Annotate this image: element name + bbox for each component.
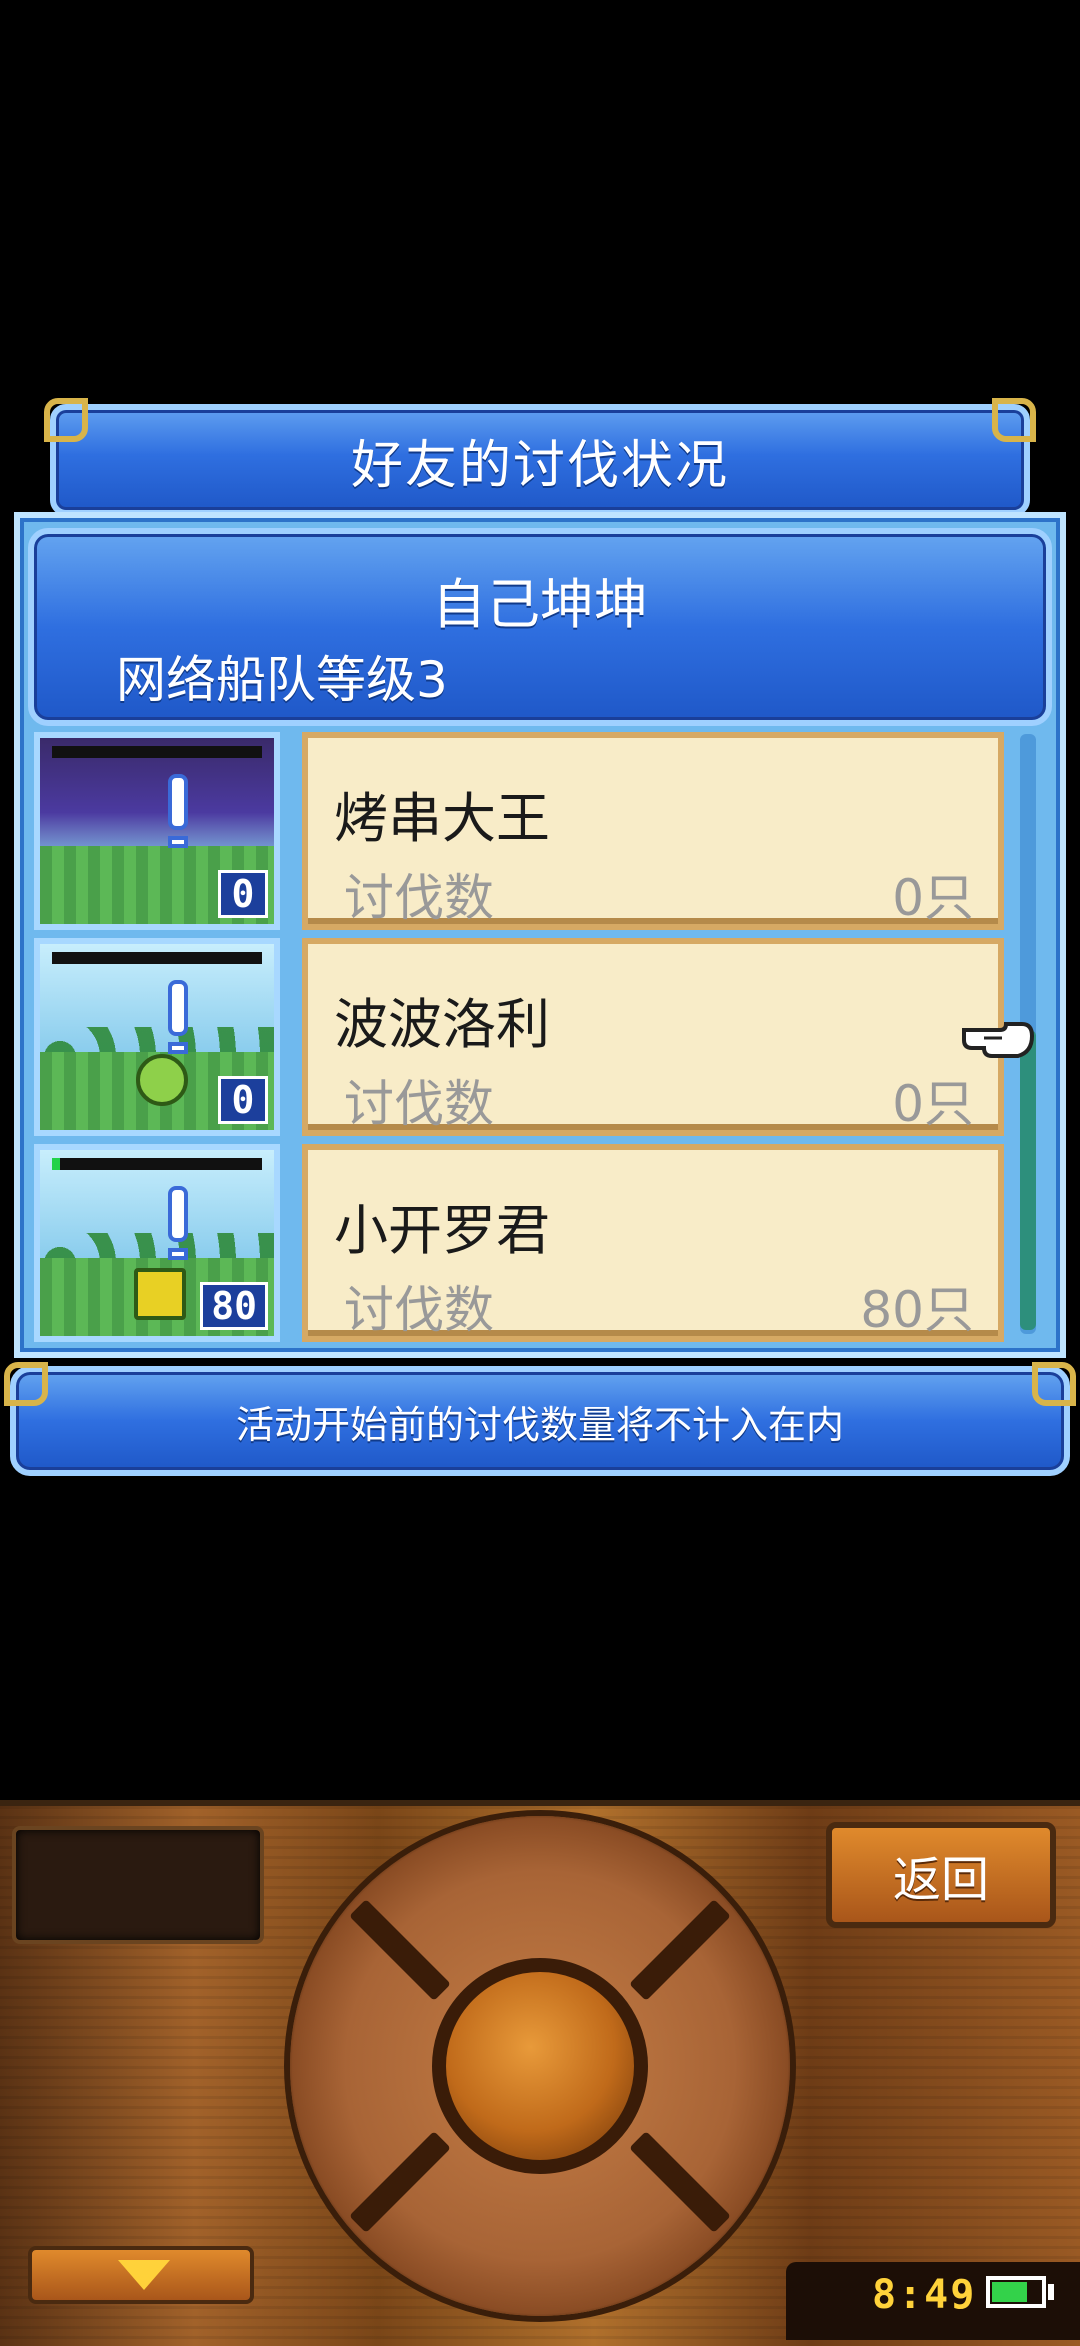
corner-ornament [992,398,1036,442]
back-button[interactable]: 返回 [826,1822,1056,1928]
hp-bar [52,1158,262,1170]
page-title: 好友的讨伐状况 [350,435,729,496]
down-arrow-icon [118,2260,170,2290]
defeat-value: 0只 [892,1075,974,1133]
friend-name: 小开罗君 [334,1199,550,1262]
list-item[interactable]: 0 波波洛利 讨伐数 0只 [28,938,1004,1142]
list-item[interactable]: 80 小开罗君 讨伐数 80只 [28,1144,1004,1348]
back-label: 返回 [892,1852,989,1908]
exclamation-icon [168,980,188,1036]
friend-card[interactable]: 波波洛利 讨伐数 0只 [302,938,1004,1136]
defeat-count-badge: 0 [218,1076,268,1124]
defeat-value: 0只 [892,869,974,927]
defeat-label: 讨伐数 [344,869,494,927]
defeat-count-badge: 80 [200,1282,268,1330]
battle-thumbnail: 80 [34,1144,280,1342]
friend-card[interactable]: 小开罗君 讨伐数 80只 [302,1144,1004,1342]
status-area: 8:49 [786,2262,1080,2340]
clock: 8:49 [872,2272,977,2318]
fleet-level: 网络船队等级3 [116,651,448,709]
friend-card[interactable]: 烤串大王 讨伐数 0只 [302,732,1004,930]
battery-icon [986,2276,1046,2308]
battle-thumbnail: 0 [34,732,280,930]
title-banner: 好友的讨伐状况 [50,404,1030,516]
profile-panel: 自己坤坤 网络船队等级3 [28,528,1052,726]
corner-ornament [4,1362,48,1406]
notice-banner: 活动开始前的讨伐数量将不计入在内 [10,1366,1070,1476]
pointing-hand-icon [962,1022,1034,1058]
slime-monster-icon [136,1054,188,1106]
hp-bar [52,746,262,758]
battery-fill [992,2282,1027,2302]
list-item[interactable]: 0 烤串大王 讨伐数 0只 [28,732,1004,936]
exclamation-icon [168,774,188,830]
scroll-down-button[interactable] [28,2246,254,2304]
hp-fill [52,1158,61,1170]
friend-name: 烤串大王 [334,787,550,850]
confirm-button[interactable] [432,1958,648,2174]
battle-thumbnail: 0 [34,938,280,1136]
defeat-label: 讨伐数 [344,1281,494,1339]
scrollbar-thumb[interactable] [1020,1030,1036,1330]
friend-name: 波波洛利 [334,993,550,1056]
mini-screen [12,1826,264,1944]
defeat-value: 80只 [860,1281,974,1339]
defeat-label: 讨伐数 [344,1075,494,1133]
notice-text: 活动开始前的讨伐数量将不计入在内 [235,1402,844,1447]
hp-bar [52,952,262,964]
defeat-count-badge: 0 [218,870,268,918]
corner-ornament [1032,1362,1076,1406]
corner-ornament [44,398,88,442]
exclamation-icon [168,1186,188,1242]
profile-name: 自己坤坤 [432,573,648,636]
box-monster-icon [134,1268,186,1320]
